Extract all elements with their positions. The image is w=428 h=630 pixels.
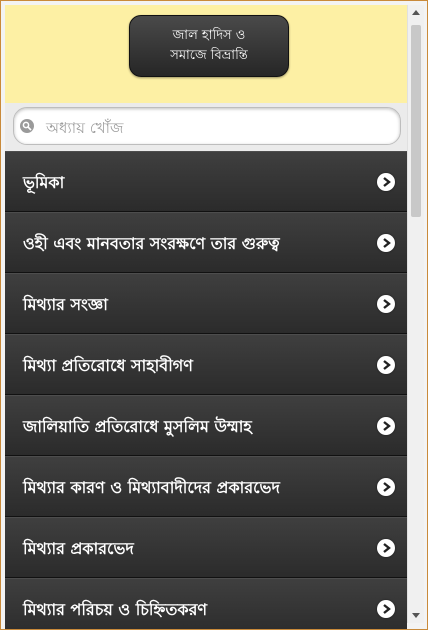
- chapter-list-item[interactable]: মিথ্যা প্রতিরোধে সাহাবীগণ: [5, 334, 407, 395]
- scroll-down-arrow-icon[interactable]: [408, 607, 424, 623]
- arrow-right-icon: [377, 539, 395, 557]
- chapter-list-item[interactable]: ওহী এবং মানবতার সংরক্ষণে তার গুরুত্ব: [5, 212, 407, 273]
- arrow-right-icon: [377, 173, 395, 191]
- title-button[interactable]: জাল হাদিস ও সমাজে বিভ্রান্তি: [129, 15, 289, 77]
- app-header: জাল হাদিস ও সমাজে বিভ্রান্তি: [5, 5, 407, 104]
- arrow-right-icon: [377, 417, 395, 435]
- chapter-list: ভূমিকা ওহী এবং মানবতার সংরক্ষণে তার গুরুত…: [5, 151, 407, 629]
- chapter-label: মিথ্যার প্রকারভেদ: [23, 539, 134, 558]
- chapter-label: ভূমিকা: [23, 173, 65, 192]
- app-title: জাল হাদিস ও সমাজে বিভ্রান্তি: [170, 28, 248, 63]
- arrow-right-icon: [377, 234, 395, 252]
- app-frame: জাল হাদিস ও সমাজে বিভ্রান্তি অধ্যায় খোঁ…: [0, 0, 428, 630]
- chapter-list-item[interactable]: জালিয়াতি প্রতিরোধে মুসলিম উম্মাহ: [5, 395, 407, 456]
- chapter-list-item[interactable]: ভূমিকা: [5, 151, 407, 212]
- chapter-list-item[interactable]: মিথ্যার কারণ ও মিথ্যাবাদীদের প্রকারভেদ: [5, 456, 407, 517]
- chapter-list-item[interactable]: মিথ্যার পরিচয় ও চিহ্নিতকরণ: [5, 578, 407, 629]
- vertical-scrollbar[interactable]: [407, 5, 424, 623]
- chapter-label: মিথ্যা প্রতিরোধে সাহাবীগণ: [23, 356, 193, 375]
- search-icon: [20, 119, 34, 133]
- chapter-label: মিথ্যার কারণ ও মিথ্যাবাদীদের প্রকারভেদ: [23, 478, 280, 497]
- scroll-thumb[interactable]: [411, 25, 421, 217]
- search-placeholder: অধ্যায় খোঁজ: [46, 119, 124, 137]
- search-bar: অধ্যায় খোঁজ: [5, 103, 407, 152]
- chapter-list-item[interactable]: মিথ্যার সংজ্ঞা: [5, 273, 407, 334]
- arrow-right-icon: [377, 356, 395, 374]
- arrow-right-icon: [377, 478, 395, 496]
- chapter-label: ওহী এবং মানবতার সংরক্ষণে তার গুরুত্ব: [23, 234, 280, 253]
- chapter-label: মিথ্যার সংজ্ঞা: [23, 295, 108, 314]
- arrow-right-icon: [377, 600, 395, 618]
- chapter-list-item[interactable]: মিথ্যার প্রকারভেদ: [5, 517, 407, 578]
- chapter-label: জালিয়াতি প্রতিরোধে মুসলিম উম্মাহ: [23, 417, 252, 436]
- arrow-right-icon: [377, 295, 395, 313]
- chapter-label: মিথ্যার পরিচয় ও চিহ্নিতকরণ: [23, 600, 208, 619]
- scroll-up-arrow-icon[interactable]: [408, 5, 424, 21]
- search-input[interactable]: অধ্যায় খোঁজ: [13, 107, 401, 145]
